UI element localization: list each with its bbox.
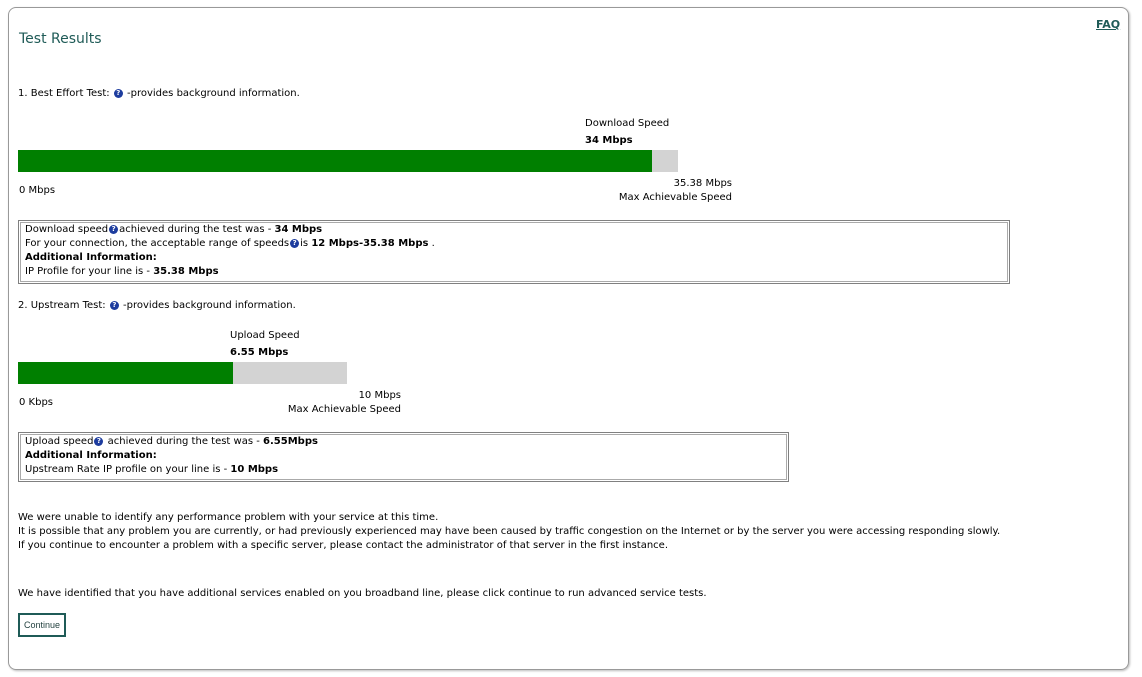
download-info-line1-prefix: Download speed — [25, 224, 109, 235]
upload-info-line-1: Upload speed? achieved during the test w… — [25, 435, 782, 449]
upload-max-label: Max Achievable Speed — [287, 404, 401, 415]
help-question-icon[interactable]: ? — [109, 225, 119, 234]
download-info-line2-value: 12 Mbps-35.38 Mbps — [311, 238, 429, 249]
download-speed-bar — [18, 150, 678, 172]
download-max-value: 35.38 Mbps — [673, 178, 732, 189]
download-speed-bar-fill — [18, 150, 653, 172]
upload-speed-bar — [18, 362, 347, 384]
page-title: Test Results — [19, 31, 102, 47]
download-info-box: Download speed? achieved during the test … — [18, 220, 1010, 284]
download-speed-label: Download Speed — [585, 118, 670, 129]
upload-info-line3-value: 10 Mbps — [230, 464, 279, 475]
upload-info-box: Upload speed? achieved during the test w… — [18, 432, 789, 482]
download-info-line-2: For your connection, the acceptable rang… — [25, 237, 1003, 251]
message-line-3: If you continue to encounter a problem w… — [18, 540, 668, 551]
download-info-line-1: Download speed? achieved during the test … — [25, 223, 1003, 237]
message-line-1: We were unable to identify any performan… — [18, 512, 439, 523]
download-heading-prefix: 1. Best Effort Test: — [18, 88, 110, 99]
download-info-line4-value: 35.38 Mbps — [153, 266, 219, 277]
download-heading-suffix: -provides background information. — [127, 88, 300, 99]
download-info-line4-prefix: IP Profile for your line is - — [25, 266, 151, 277]
upload-heading-suffix: -provides background information. — [123, 300, 296, 311]
upload-info-line1-value: 6.55Mbps — [263, 436, 318, 447]
download-info-line-3: Additional Information: — [25, 251, 1003, 265]
upload-additional-info-label: Additional Information: — [25, 450, 157, 461]
upload-speed-value: 6.55 Mbps — [230, 347, 289, 358]
upload-test-heading: 2. Upstream Test: ? -provides background… — [18, 300, 296, 311]
help-question-icon[interactable]: ? — [290, 239, 300, 248]
additional-services-message: We have identified that you have additio… — [18, 588, 707, 599]
continue-button[interactable]: Continue — [18, 613, 66, 637]
upload-heading-prefix: 2. Upstream Test: — [18, 300, 106, 311]
download-min-label: 0 Mbps — [19, 185, 56, 196]
download-test-heading: 1. Best Effort Test: ? -provides backgro… — [18, 88, 300, 99]
download-info-line2-mid: is — [300, 238, 309, 249]
faq-link[interactable]: FAQ — [1096, 18, 1120, 31]
upload-speed-bar-fill — [18, 362, 234, 384]
message-line-2: It is possible that any problem you are … — [18, 526, 1001, 537]
download-max-label: Max Achievable Speed — [618, 192, 732, 203]
results-panel — [8, 7, 1129, 670]
upload-max-value: 10 Mbps — [358, 390, 401, 401]
download-info-line2-prefix: For your connection, the acceptable rang… — [25, 238, 290, 249]
download-info-line-4: IP Profile for your line is - 35.38 Mbps — [25, 265, 1003, 279]
results-messages: We were unable to identify any performan… — [18, 511, 1000, 553]
upload-speed-label: Upload Speed — [230, 330, 300, 341]
upload-info-line-3: Upstream Rate IP profile on your line is… — [25, 463, 782, 477]
upload-min-label: 0 Kbps — [19, 397, 54, 408]
download-info-line1-value: 34 Mbps — [274, 224, 323, 235]
download-info-line2-suffix: . — [431, 238, 435, 249]
download-speed-value: 34 Mbps — [585, 135, 633, 146]
upload-info-line3-prefix: Upstream Rate IP profile on your line is… — [25, 464, 228, 475]
upload-info-line-2: Additional Information: — [25, 449, 782, 463]
download-additional-info-label: Additional Information: — [25, 252, 157, 263]
download-info-line1-mid: achieved during the test was - — [119, 224, 272, 235]
help-question-icon[interactable]: ? — [113, 89, 123, 98]
help-question-icon[interactable]: ? — [94, 437, 104, 446]
upload-info-line1-prefix: Upload speed — [25, 436, 94, 447]
upload-info-line1-mid: achieved during the test was - — [107, 436, 260, 447]
help-question-icon[interactable]: ? — [109, 301, 119, 310]
